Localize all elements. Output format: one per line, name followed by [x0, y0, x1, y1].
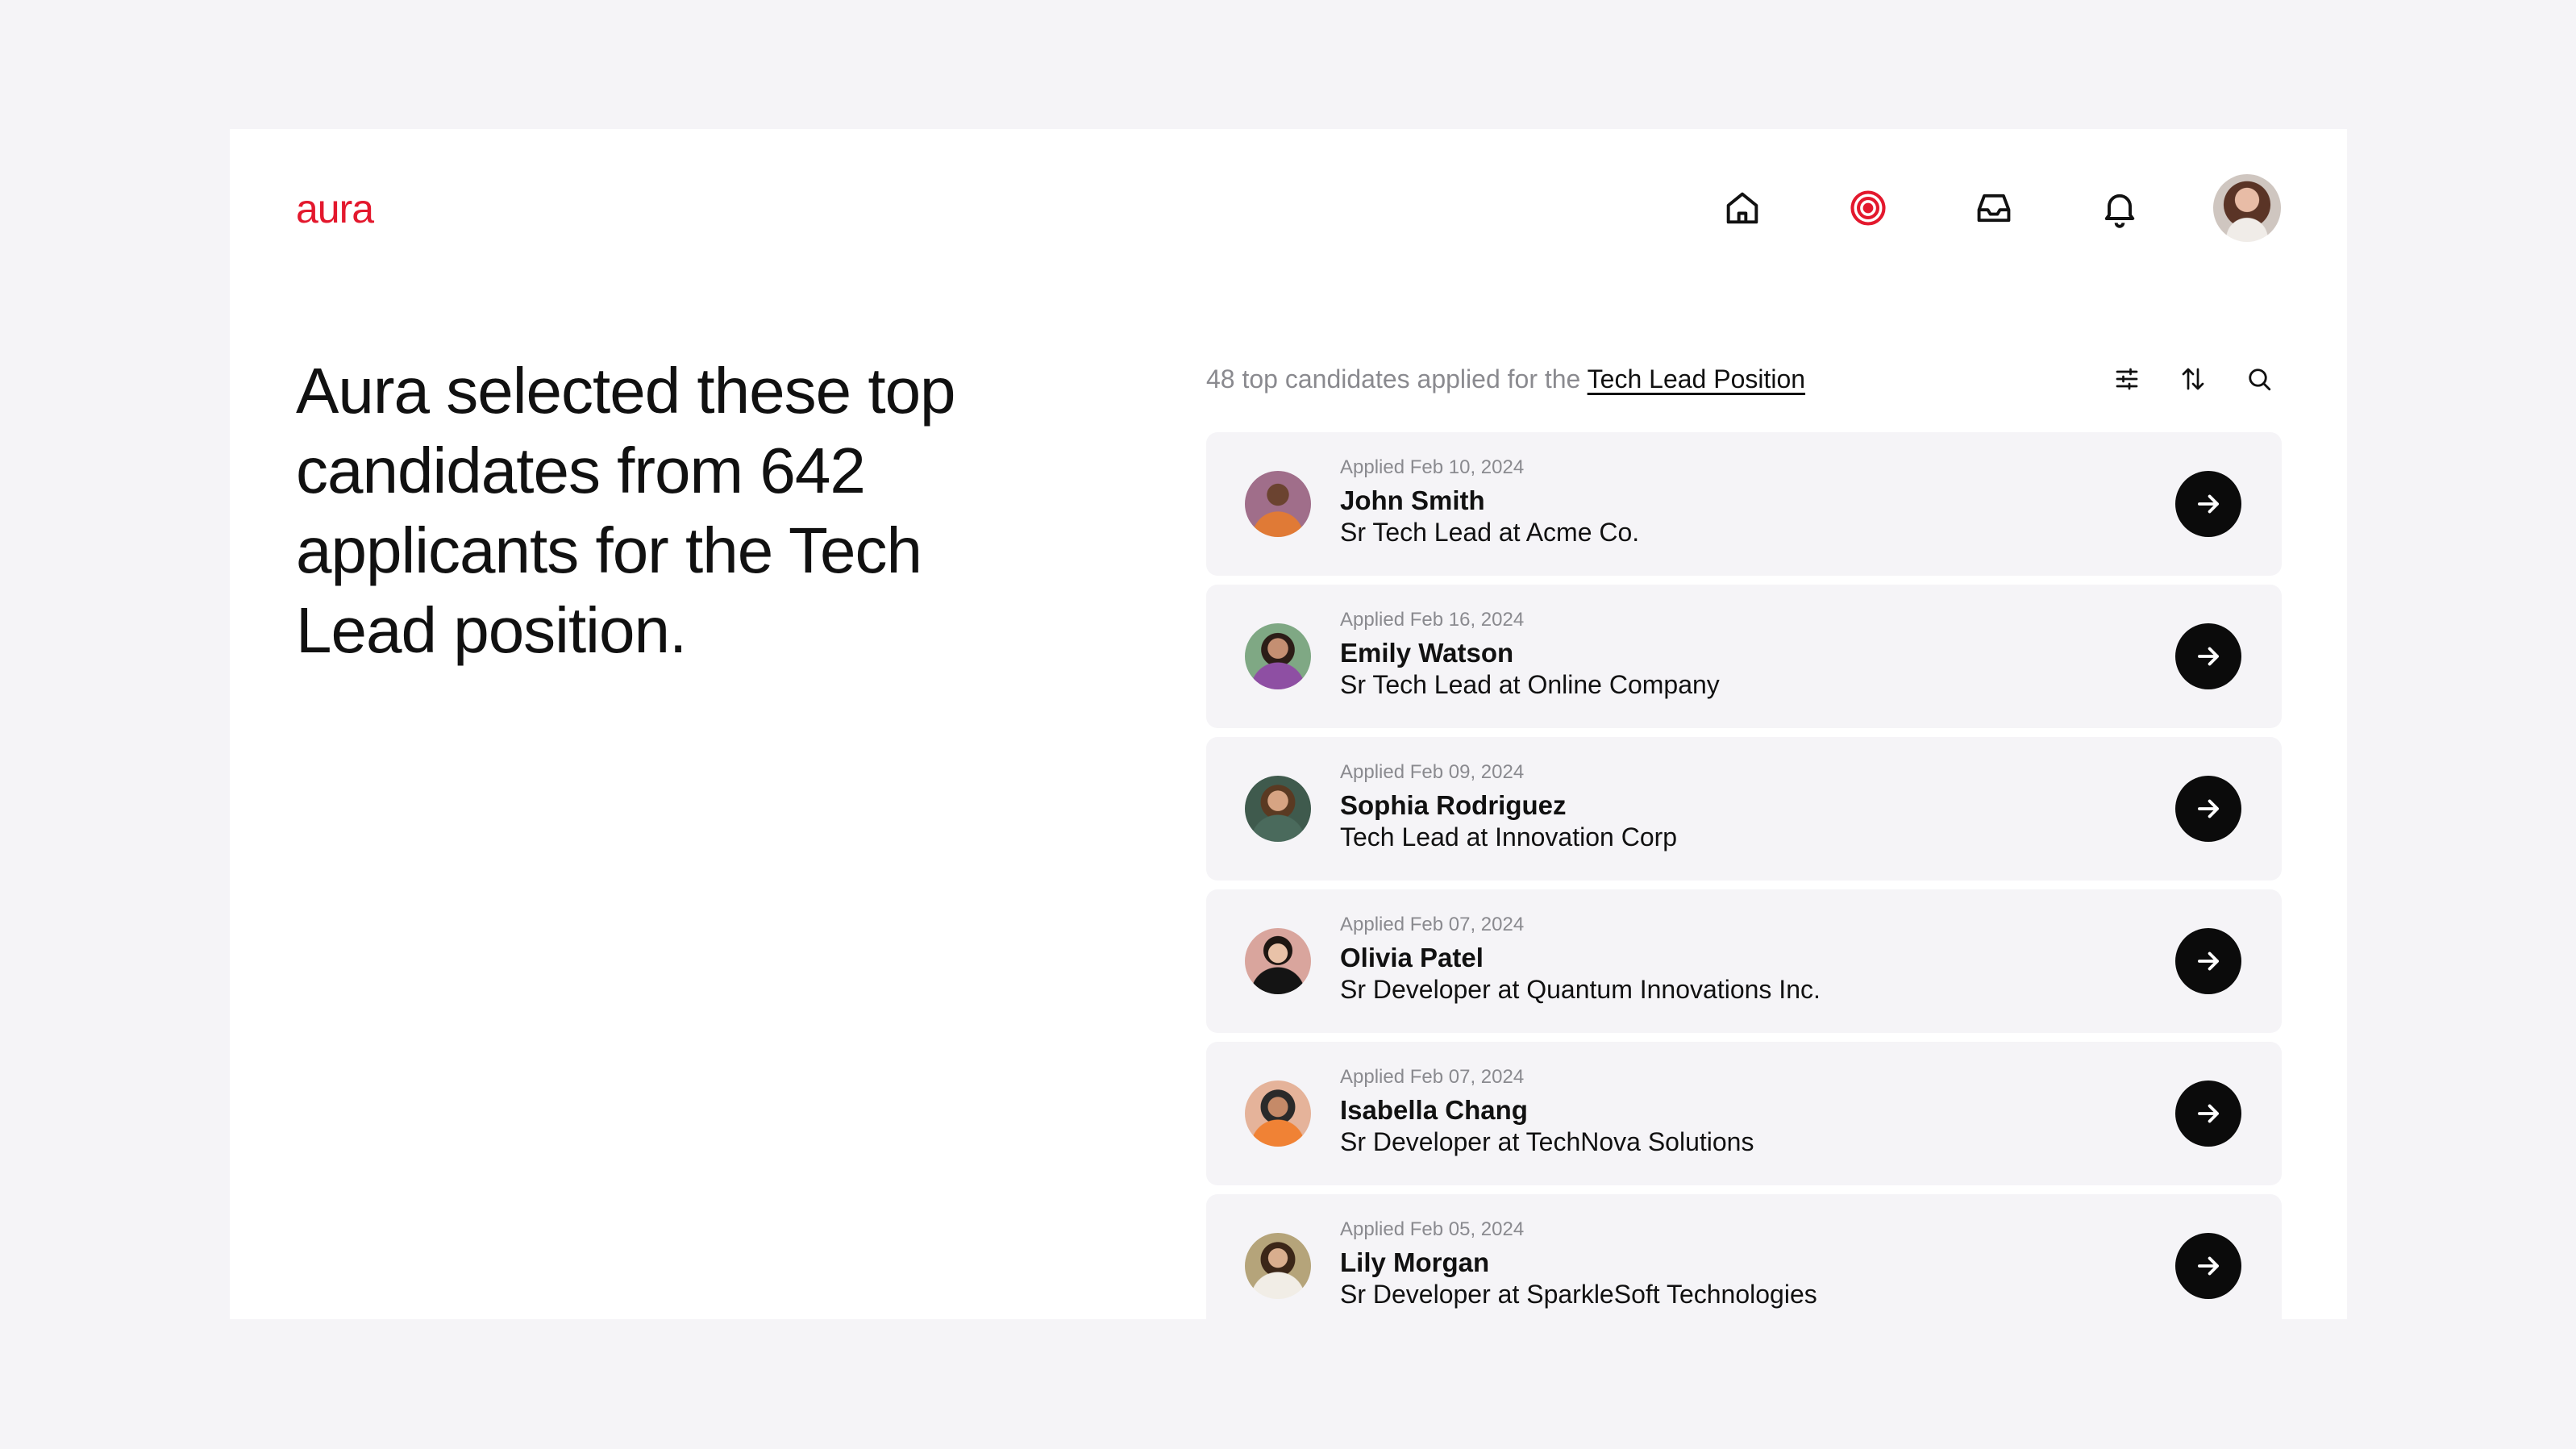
filter-icon[interactable]: [2104, 356, 2149, 402]
applied-date: Applied Feb 07, 2024: [1340, 1066, 1525, 1088]
candidate-role: Tech Lead at Innovation Corp: [1340, 822, 1678, 851]
candidate-role: Sr Developer at TechNova Solutions: [1340, 1127, 1754, 1156]
list-header: 48 top candidates applied for the Tech L…: [1206, 356, 2282, 402]
candidate-row[interactable]: Applied Feb 07, 2024 Olivia Patel Sr Devel…: [1206, 889, 2282, 1033]
candidate-name: Isabella Chang: [1340, 1095, 1528, 1125]
arrow-right-icon: [2198, 647, 2219, 666]
open-candidate-button[interactable]: [2175, 1081, 2241, 1147]
arrow-right-icon: [2198, 494, 2219, 514]
applied-date: Applied Feb 10, 2024: [1340, 456, 1525, 478]
candidate-avatar: [1245, 623, 1311, 689]
candidate-row[interactable]: Applied Feb 05, 2024 Lily Morgan Sr Develo…: [1206, 1194, 2282, 1319]
open-candidate-button[interactable]: [2175, 1233, 2241, 1299]
applied-date: Applied Feb 16, 2024: [1340, 609, 1525, 631]
candidate-row[interactable]: Applied Feb 10, 2024 John Smith Sr Tech Le…: [1206, 432, 2282, 576]
aura-logo[interactable]: aura: [296, 185, 374, 232]
candidate-role: Sr Tech Lead at Online Company: [1340, 670, 1720, 699]
candidate-row[interactable]: Applied Feb 16, 2024 Emily Watson Sr Tech …: [1206, 585, 2282, 728]
candidate-name: John Smith: [1340, 485, 1485, 515]
applied-date: Applied Feb 05, 2024: [1340, 1218, 1525, 1240]
open-candidate-button[interactable]: [2175, 471, 2241, 537]
page-headline: Aura selected these top candidates from …: [296, 355, 956, 666]
candidate-avatar: [1245, 1233, 1311, 1299]
candidate-avatar: [1245, 776, 1311, 842]
candidate-avatar: [1245, 928, 1311, 994]
candidate-name: Sophia Rodriguez: [1340, 790, 1567, 820]
search-icon[interactable]: [2237, 356, 2282, 402]
bell-icon[interactable]: [2087, 176, 2152, 240]
open-candidate-button[interactable]: [2175, 928, 2241, 994]
candidate-list: Applied Feb 10, 2024 John Smith Sr Tech Le…: [1206, 432, 2282, 1319]
home-icon[interactable]: [1710, 176, 1775, 240]
applied-date: Applied Feb 09, 2024: [1340, 761, 1525, 783]
arrow-right-icon: [2198, 1104, 2219, 1123]
candidate-name: Olivia Patel: [1340, 943, 1484, 972]
user-avatar[interactable]: [2213, 174, 2281, 242]
inbox-icon[interactable]: [1962, 176, 2026, 240]
candidate-avatar: [1245, 1081, 1311, 1147]
candidate-row[interactable]: Applied Feb 07, 2024 Isabella Chang Sr Dev…: [1206, 1042, 2282, 1185]
applied-date: Applied Feb 07, 2024: [1340, 914, 1525, 935]
candidate-role: Sr Tech Lead at Acme Co.: [1340, 518, 1640, 547]
open-candidate-button[interactable]: [2175, 623, 2241, 689]
target-icon[interactable]: [1836, 176, 1900, 240]
top-nav: [1649, 174, 2281, 242]
candidate-row[interactable]: Applied Feb 09, 2024 Sophia Rodriguez Tech…: [1206, 737, 2282, 881]
arrow-right-icon: [2198, 799, 2219, 818]
candidate-name: Emily Watson: [1340, 638, 1514, 668]
candidate-name: Lily Morgan: [1340, 1247, 1490, 1277]
summary-text: 48 top candidates applied for the: [1206, 364, 1588, 393]
candidate-role: Sr Developer at Quantum Innovations Inc.: [1340, 975, 1821, 1004]
candidate-avatar: [1245, 471, 1311, 537]
candidate-role: Sr Developer at SparkleSoft Technologies: [1340, 1280, 1817, 1309]
arrow-right-icon: [2198, 951, 2219, 971]
candidates-summary: 48 top candidates applied for the Tech L…: [1206, 364, 1805, 394]
position-link[interactable]: Tech Lead Position: [1588, 364, 1805, 393]
list-tools: [2083, 356, 2282, 402]
arrow-right-icon: [2198, 1256, 2219, 1276]
sort-icon[interactable]: [2170, 356, 2216, 402]
open-candidate-button[interactable]: [2175, 776, 2241, 842]
main-card: aura Aura selected these top candidates …: [230, 129, 2347, 1319]
